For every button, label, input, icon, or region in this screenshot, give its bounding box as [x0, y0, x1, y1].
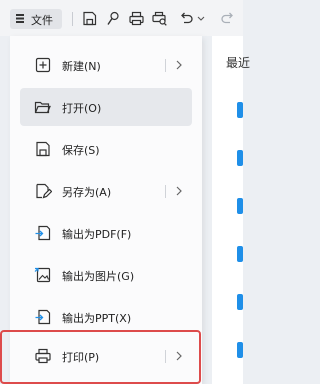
print-highlight-box [0, 330, 201, 384]
redo-icon[interactable] [219, 10, 236, 27]
file-menu-button[interactable]: 文件 [10, 9, 62, 29]
toolbar-divider [72, 12, 73, 26]
recent-file-icon[interactable] [237, 198, 243, 214]
hamburger-icon [16, 14, 24, 16]
export-image-icon [34, 267, 51, 283]
menu-item-save-as[interactable]: 另存为(A) [20, 172, 192, 210]
print-preview-icon[interactable] [151, 10, 168, 27]
divider [165, 59, 166, 72]
menu-item-new[interactable]: 新建(N) [20, 46, 192, 84]
menu-item-label: 输出为PDF(F) [62, 228, 132, 241]
chevron-right-icon[interactable] [173, 185, 185, 197]
menu-item-label: 输出为图片(G) [62, 270, 135, 283]
export-ppt-icon [35, 309, 51, 325]
menu-item-save[interactable]: 保存(S) [20, 130, 192, 168]
menu-item-open[interactable]: 打开(O) [20, 88, 192, 126]
save-icon [36, 141, 50, 157]
folder-open-icon [34, 101, 51, 114]
recent-file-icon[interactable] [237, 294, 243, 310]
chevron-right-icon[interactable] [173, 59, 185, 71]
recent-file-icon[interactable] [237, 342, 243, 358]
menu-item-label: 新建(N) [62, 60, 101, 73]
brush-icon[interactable] [105, 10, 122, 27]
menu-item-export-image[interactable]: 输出为图片(G) [20, 256, 192, 294]
new-file-icon [35, 57, 51, 73]
menu-item-label: 另存为(A) [62, 186, 112, 199]
recent-file-icon[interactable] [237, 150, 243, 166]
print-icon[interactable] [128, 10, 145, 27]
recent-panel-title: 最近 [226, 56, 251, 70]
top-toolbar: 文件 [0, 0, 243, 36]
save-as-icon [36, 183, 52, 199]
undo-icon[interactable] [178, 10, 195, 27]
file-menu-label: 文件 [31, 14, 53, 27]
menu-item-label: 保存(S) [62, 144, 100, 157]
recent-file-icon[interactable] [237, 246, 243, 262]
save-icon[interactable] [81, 10, 98, 27]
divider [165, 185, 166, 198]
menu-item-label: 打开(O) [62, 102, 102, 115]
chevron-down-icon[interactable] [196, 10, 206, 27]
recent-panel: 最近 [212, 36, 250, 384]
export-pdf-icon [35, 225, 51, 241]
recent-file-icon[interactable] [237, 102, 243, 118]
menu-item-label: 输出为PPT(X) [62, 312, 132, 325]
menu-item-export-pdf[interactable]: 输出为PDF(F) [20, 214, 192, 252]
